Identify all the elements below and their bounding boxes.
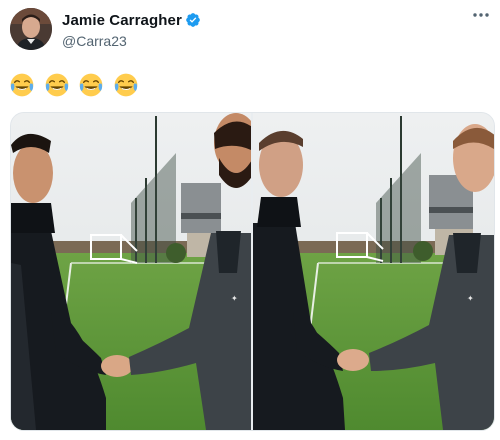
avatar[interactable]	[10, 8, 52, 50]
author-handle[interactable]: @Carra23	[62, 33, 127, 49]
jacket-logo: ✦	[231, 294, 238, 303]
tweet-media[interactable]: ✦ ✦	[10, 112, 495, 431]
photo-carragher-image: ✦	[253, 113, 494, 430]
avatar-image	[10, 8, 52, 50]
photo-ronaldo-image: ✦	[11, 113, 251, 430]
jacket-logo: ✦	[467, 294, 474, 303]
photo-ronaldo-handshake[interactable]: ✦	[11, 113, 251, 430]
author-name-row[interactable]: Jamie Carragher	[62, 12, 201, 29]
more-options-icon	[473, 13, 489, 17]
more-options-button[interactable]	[468, 2, 494, 28]
photo-carragher-handshake[interactable]: ✦	[253, 113, 494, 430]
tears-of-joy-icon	[114, 73, 138, 96]
verified-badge-icon	[186, 13, 200, 27]
tears-of-joy-icon	[10, 73, 34, 96]
author-display-name[interactable]: Jamie Carragher	[62, 12, 182, 29]
tweet-card[interactable]: Jamie Carragher @Carra23 😂😂😂😂	[0, 0, 500, 440]
tweet-text: 😂😂😂😂	[10, 68, 140, 104]
tears-of-joy-icon	[80, 73, 103, 96]
tears-of-joy-icon	[45, 73, 69, 96]
